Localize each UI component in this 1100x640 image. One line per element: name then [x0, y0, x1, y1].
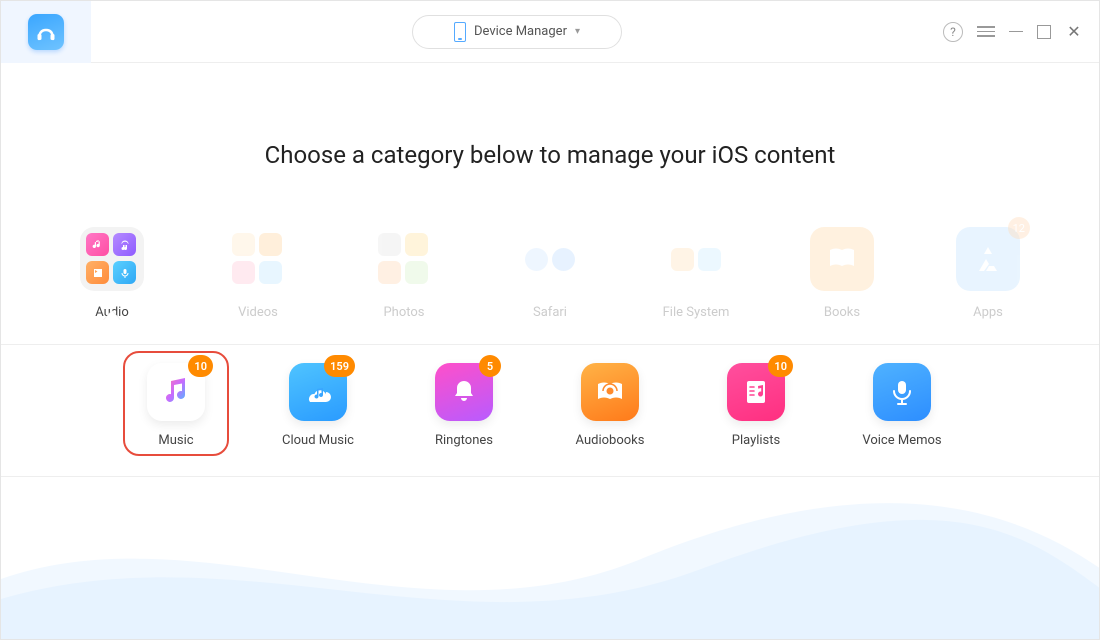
playlists-badge: 10	[768, 355, 793, 377]
music-badge: 10	[188, 355, 213, 377]
phone-icon	[454, 22, 466, 42]
videos-folder-icon	[226, 227, 290, 291]
music-icon: 10	[147, 363, 205, 421]
main-content: Choose a category below to manage your i…	[1, 63, 1099, 639]
app-logo-icon	[28, 14, 64, 50]
subcategory-playlists[interactable]: 10 Playlists	[711, 363, 801, 448]
subcategory-label: Audiobooks	[576, 433, 645, 448]
subcategory-label: Cloud Music	[282, 433, 354, 448]
photos-folder-icon	[372, 227, 436, 291]
voice-memos-icon	[873, 363, 931, 421]
window-controls: ? ✕	[943, 22, 1083, 42]
playlists-icon: 10	[727, 363, 785, 421]
category-safari[interactable]: Safari	[505, 227, 595, 320]
apps-folder-icon: 12	[956, 227, 1020, 291]
category-videos[interactable]: Videos	[213, 227, 303, 320]
category-label: File System	[663, 305, 730, 320]
title-center: Device Manager ▾	[91, 15, 943, 49]
audiobooks-icon	[581, 363, 639, 421]
subcategory-row: 10 Music 159 Cloud Music 5 Ringtones	[1, 345, 1099, 477]
menu-button[interactable]	[977, 26, 995, 37]
category-label: Safari	[533, 305, 567, 320]
subcategory-audiobooks[interactable]: Audiobooks	[565, 363, 655, 448]
subcategory-label: Voice Memos	[862, 433, 941, 448]
category-row: Audio Videos Photos	[1, 227, 1099, 345]
app-window: Device Manager ▾ ? ✕ Choose a category b…	[0, 0, 1100, 640]
category-photos[interactable]: Photos	[359, 227, 449, 320]
close-button[interactable]: ✕	[1065, 23, 1083, 41]
safari-folder-icon	[518, 227, 582, 291]
active-category-pointer	[103, 311, 121, 321]
books-folder-icon	[810, 227, 874, 291]
category-filesystem[interactable]: File System	[651, 227, 741, 320]
category-label: Videos	[238, 305, 278, 320]
subcategory-music[interactable]: 10 Music	[131, 359, 221, 448]
category-label: Apps	[973, 305, 1003, 320]
chevron-down-icon: ▾	[575, 26, 580, 37]
title-bar: Device Manager ▾ ? ✕	[1, 1, 1099, 63]
minimize-button[interactable]	[1009, 31, 1023, 33]
subcategory-ringtones[interactable]: 5 Ringtones	[419, 363, 509, 448]
maximize-button[interactable]	[1037, 25, 1051, 39]
subcategory-label: Playlists	[732, 433, 780, 448]
category-apps[interactable]: 12 Apps	[943, 227, 1033, 320]
background-wave	[1, 469, 1100, 639]
category-books[interactable]: Books	[797, 227, 887, 320]
category-label: Photos	[383, 305, 424, 320]
page-heading: Choose a category below to manage your i…	[1, 141, 1099, 169]
ringtones-icon: 5	[435, 363, 493, 421]
subcategory-voicememos[interactable]: Voice Memos	[857, 363, 947, 448]
logo-area	[1, 1, 91, 63]
device-label: Device Manager	[474, 24, 567, 39]
subcategory-cloudmusic[interactable]: 159 Cloud Music	[273, 363, 363, 448]
device-manager-dropdown[interactable]: Device Manager ▾	[412, 15, 622, 49]
cloud-music-icon: 159	[289, 363, 347, 421]
cloudmusic-badge: 159	[324, 355, 355, 377]
ringtones-badge: 5	[479, 355, 501, 377]
category-label: Books	[824, 305, 860, 320]
category-audio[interactable]: Audio	[67, 227, 157, 320]
filesystem-folder-icon	[664, 227, 728, 291]
help-button[interactable]: ?	[943, 22, 963, 42]
audio-folder-icon	[80, 227, 144, 291]
subcategory-label: Music	[158, 433, 193, 448]
apps-badge: 12	[1008, 217, 1030, 239]
subcategory-label: Ringtones	[435, 433, 493, 448]
